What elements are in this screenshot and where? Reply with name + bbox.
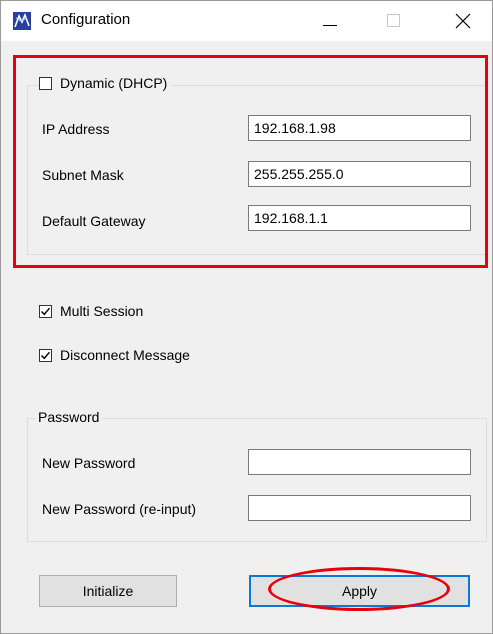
minimize-button[interactable] xyxy=(307,1,353,41)
multi-session-checkbox[interactable]: Multi Session xyxy=(39,303,143,319)
checkmark-icon xyxy=(41,307,51,315)
minimize-icon xyxy=(323,25,337,26)
window-title: Configuration xyxy=(41,11,131,28)
disconnect-message-checkbox[interactable]: Disconnect Message xyxy=(39,347,190,363)
title-bar: Configuration xyxy=(1,1,492,41)
default-gateway-field[interactable] xyxy=(248,205,471,231)
initialize-button[interactable]: Initialize xyxy=(39,575,177,607)
subnet-mask-field[interactable] xyxy=(248,161,471,187)
disconnect-message-checkbox-box[interactable] xyxy=(39,348,52,362)
default-gateway-label: Default Gateway xyxy=(42,213,146,229)
configuration-app-icon xyxy=(13,12,31,30)
new-password-label: New Password xyxy=(42,455,136,471)
configuration-window: Configuration Dynamic (DHCP) IP Address … xyxy=(0,0,493,634)
close-icon xyxy=(455,13,471,29)
maximize-button[interactable] xyxy=(371,1,417,41)
close-button[interactable] xyxy=(441,1,487,41)
maximize-icon xyxy=(387,14,400,27)
new-password-reinput-label: New Password (re-input) xyxy=(42,501,197,517)
multi-session-label: Multi Session xyxy=(60,303,144,319)
multi-session-checkbox-box[interactable] xyxy=(39,304,52,318)
password-groupbox xyxy=(27,418,487,542)
password-group-title: Password xyxy=(35,409,103,425)
new-password-reinput-field[interactable] xyxy=(248,495,471,521)
subnet-mask-label: Subnet Mask xyxy=(42,167,124,183)
ip-address-field[interactable] xyxy=(248,115,471,141)
new-password-field[interactable] xyxy=(248,449,471,475)
apply-button[interactable]: Apply xyxy=(249,575,470,607)
dhcp-checkbox[interactable]: Dynamic (DHCP) xyxy=(39,75,172,91)
disconnect-message-label: Disconnect Message xyxy=(60,347,190,363)
dhcp-label: Dynamic (DHCP) xyxy=(60,75,168,91)
ip-address-label: IP Address xyxy=(42,121,110,137)
checkmark-icon xyxy=(41,351,51,359)
dhcp-checkbox-box[interactable] xyxy=(39,76,52,90)
